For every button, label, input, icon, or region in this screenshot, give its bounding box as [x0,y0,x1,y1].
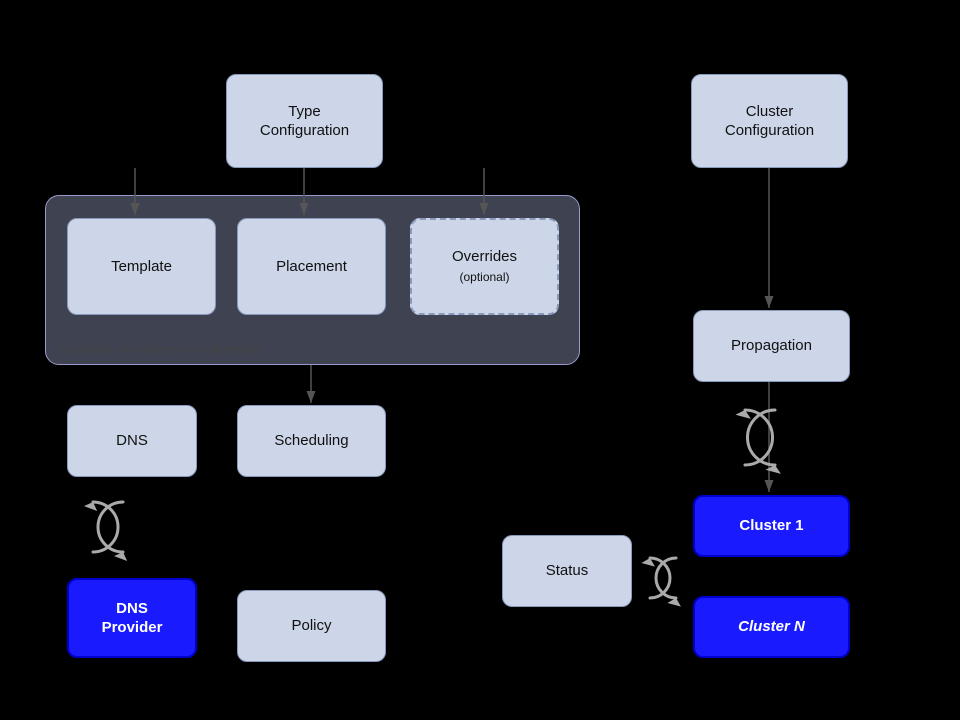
scheduling-label: Scheduling [274,431,348,451]
type-config-label: Type Configuration [260,102,349,141]
policy-label: Policy [291,616,331,636]
status-cycle-svg [636,548,690,608]
clustern-box: Cluster N [693,596,850,658]
dns-box: DNS [67,405,197,477]
clustern-label: Cluster N [738,617,805,637]
overrides-box: Overrides(optional) [410,218,559,315]
cluster1-label: Cluster 1 [739,516,803,536]
status-cycle-arrow [636,548,690,608]
template-box: Template [67,218,216,315]
dns-provider-label: DNS Provider [102,599,163,638]
cluster-config-label: Cluster Configuration [725,102,814,141]
dns-label: DNS [116,431,148,451]
diagram: Declaration of resources to be distribut… [0,0,960,720]
cluster-cycle-arrow [730,395,790,485]
propagation-label: Propagation [731,336,812,356]
group-label: Declaration of resources to be distribut… [60,344,261,356]
type-config-box: Type Configuration [226,74,383,168]
overrides-label: Overrides(optional) [452,247,517,286]
placement-box: Placement [237,218,386,315]
template-label: Template [111,257,172,277]
status-label: Status [546,561,589,581]
dns-cycle-svg [78,487,138,567]
placement-label: Placement [276,257,347,277]
cluster1-box: Cluster 1 [693,495,850,557]
dns-provider-box: DNS Provider [67,578,197,658]
dns-cycle-arrow [78,487,138,567]
cluster-cycle-svg [730,395,790,485]
policy-box: Policy [237,590,386,662]
cluster-config-box: Cluster Configuration [691,74,848,168]
status-box: Status [502,535,632,607]
propagation-box: Propagation [693,310,850,382]
scheduling-box: Scheduling [237,405,386,477]
